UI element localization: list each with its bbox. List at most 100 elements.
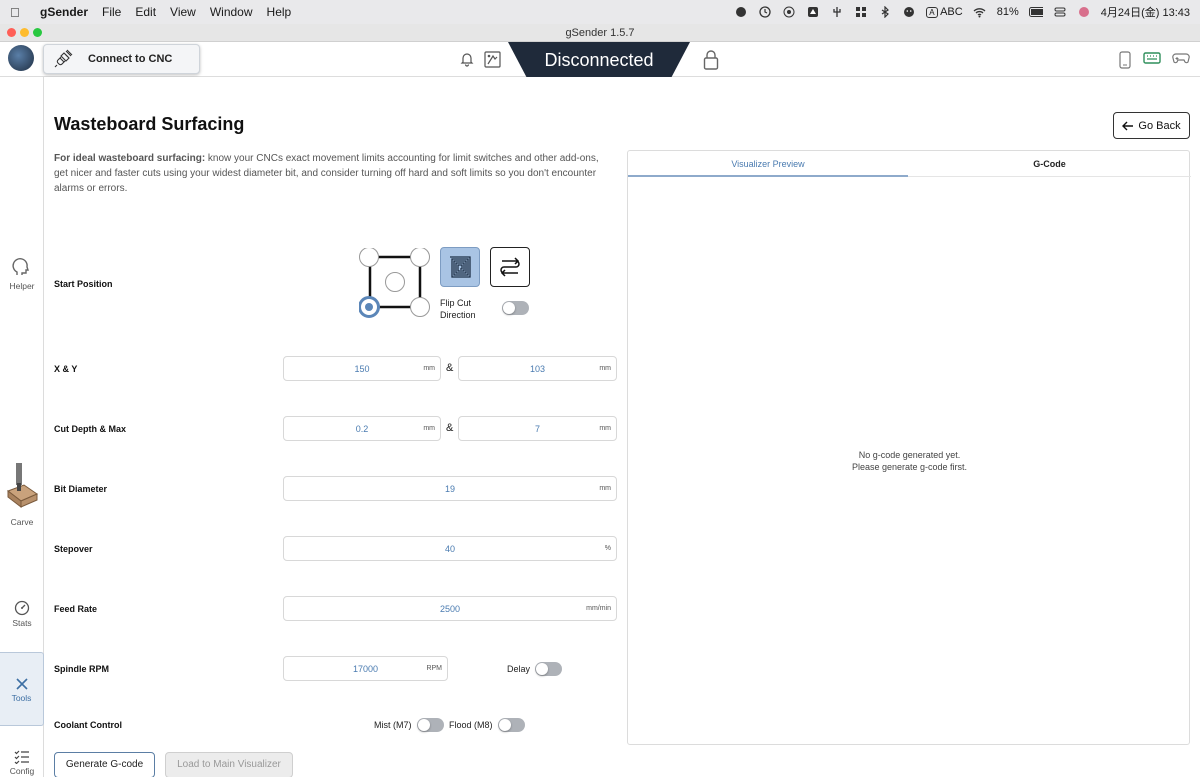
minimize-window-button[interactable]	[20, 28, 29, 37]
target-icon[interactable]	[782, 5, 796, 19]
zoom-window-button[interactable]	[33, 28, 42, 37]
zigzag-pattern-button[interactable]	[490, 247, 530, 287]
sidebar-stats-label: Stats	[12, 618, 32, 628]
wifi-icon[interactable]	[973, 5, 987, 19]
go-back-button[interactable]: Go Back	[1113, 112, 1190, 139]
top-app-bar: Connect to CNC Disconnected	[0, 42, 1200, 80]
delay-label: Delay	[507, 664, 531, 674]
y-unit: mm	[599, 365, 611, 372]
flip-cut-direction-toggle[interactable]	[502, 301, 529, 315]
feed-rate-label: Feed Rate	[54, 604, 98, 614]
menu-edit[interactable]: Edit	[135, 5, 156, 19]
generate-gcode-button[interactable]: Generate G-code	[54, 752, 155, 777]
top-right-icons	[1118, 51, 1190, 74]
flip-cut-direction-label: Flip Cut Direction	[440, 298, 476, 320]
input-source-indicator[interactable]: A ABC	[926, 6, 963, 18]
tools-wrench-icon	[15, 678, 28, 690]
gamepad-icon[interactable]	[1172, 51, 1190, 74]
load-to-main-visualizer-button[interactable]: Load to Main Visualizer	[165, 752, 293, 777]
menu-view[interactable]: View	[170, 5, 196, 19]
cut-depth-separator: &	[446, 422, 454, 434]
mist-toggle[interactable]	[417, 718, 444, 732]
stepover-input[interactable]: 40 %	[283, 536, 617, 561]
fork-icon[interactable]	[830, 5, 844, 19]
spindle-rpm-label: Spindle RPM	[54, 664, 110, 674]
sidebar-item-tools[interactable]: Tools	[0, 652, 44, 726]
page-title: Wasteboard Surfacing	[54, 114, 245, 134]
firmware-tool-icon[interactable]	[484, 51, 501, 73]
bit-diameter-unit: mm	[599, 485, 611, 492]
sidebar-item-helper[interactable]: Helper	[0, 257, 44, 291]
intro-bold: For ideal wasteboard surfacing:	[54, 153, 206, 164]
intro-text: For ideal wasteboard surfacing: know you…	[54, 151, 614, 196]
sidebar-item-stats[interactable]: Stats	[0, 600, 44, 628]
y-dimension-input[interactable]: 103 mm	[458, 356, 617, 381]
coolant-control-label: Coolant Control	[54, 720, 122, 730]
sidebar-config-label: Config	[9, 766, 35, 776]
sidebar-carve-label: Carve	[10, 517, 34, 527]
notifications-bell-icon[interactable]	[459, 51, 475, 72]
tab-gcode[interactable]: G-Code	[908, 151, 1191, 177]
stepover-label: Stepover	[54, 544, 93, 554]
siri-icon[interactable]	[1077, 5, 1091, 19]
bottom-right-position-option[interactable]	[410, 297, 430, 317]
sidebar-item-config[interactable]: Config	[0, 750, 44, 776]
sidebar-helper-label: Helper	[9, 281, 35, 291]
empty-message-line-1: No g-code generated yet.	[858, 450, 961, 460]
connect-label: Connect to CNC	[88, 53, 173, 65]
feed-rate-input[interactable]: 2500 mm/min	[283, 596, 617, 621]
battery-percent: 81%	[996, 6, 1019, 18]
top-right-position-option[interactable]	[410, 247, 430, 267]
battery-icon[interactable]	[1028, 5, 1043, 19]
close-window-button[interactable]	[7, 28, 16, 37]
menu-file[interactable]: File	[102, 5, 121, 19]
input-source-icon: A	[926, 7, 938, 18]
y-value: 103	[529, 364, 546, 374]
max-depth-value: 7	[534, 424, 540, 434]
menu-app-name[interactable]: gSender	[40, 5, 88, 19]
spiral-icon	[450, 256, 471, 278]
x-unit: mm	[423, 365, 435, 372]
clock-icon[interactable]	[758, 5, 772, 19]
control-center-icon[interactable]	[1053, 5, 1067, 19]
input-source-label: ABC	[940, 6, 963, 18]
spiral-pattern-button[interactable]	[440, 247, 480, 287]
xy-separator: &	[446, 362, 454, 374]
grid-app-icon[interactable]	[854, 5, 868, 19]
cut-depth-label: Cut Depth & Max	[54, 424, 126, 434]
center-position-option[interactable]	[385, 272, 405, 292]
menu-window[interactable]: Window	[210, 5, 253, 19]
cut-depth-input[interactable]: 0.2 mm	[283, 416, 441, 441]
window-titlebar: gSender 1.5.7	[0, 24, 1200, 42]
phone-remote-icon[interactable]	[1118, 51, 1132, 74]
lock-icon[interactable]	[703, 50, 719, 75]
menubar-datetime[interactable]: 4月24日(金) 13:43	[1101, 4, 1190, 20]
bluetooth-icon[interactable]	[878, 5, 892, 19]
feed-rate-value: 2500	[439, 604, 461, 614]
top-left-position-option[interactable]	[359, 247, 379, 267]
sidebar-item-carve[interactable]: Carve	[0, 461, 44, 527]
xy-label: X & Y	[54, 364, 78, 374]
face-icon[interactable]	[902, 5, 916, 19]
tab-visualizer-preview[interactable]: Visualizer Preview	[628, 151, 908, 177]
keyboard-icon[interactable]	[1143, 51, 1161, 74]
spindle-rpm-input[interactable]: 17000 RPM	[283, 656, 448, 681]
apple-menu-icon[interactable]: 	[10, 5, 28, 20]
bit-diameter-input[interactable]: 19 mm	[283, 476, 617, 501]
drive-icon[interactable]	[806, 5, 820, 19]
left-sidebar: Helper Carve Stats Tools Config	[0, 77, 44, 777]
sidebar-tools-label: Tools	[11, 693, 32, 703]
x-dimension-input[interactable]: 150 mm	[283, 356, 441, 381]
carve-router-icon	[6, 463, 39, 509]
menu-help[interactable]: Help	[267, 5, 292, 19]
feed-rate-unit: mm/min	[586, 605, 611, 612]
max-depth-input[interactable]: 7 mm	[458, 416, 617, 441]
delay-toggle[interactable]	[535, 662, 562, 676]
connect-to-cnc-button[interactable]: Connect to CNC	[43, 44, 200, 74]
macos-menubar:  gSender File Edit View Window Help A A…	[0, 0, 1200, 24]
flood-toggle[interactable]	[498, 718, 525, 732]
app-window: gSender 1.5.7 Connect to CNC Disconnecte…	[0, 24, 1200, 777]
stepover-unit: %	[604, 545, 611, 552]
max-depth-unit: mm	[599, 425, 611, 432]
screen-record-icon[interactable]	[734, 5, 748, 19]
